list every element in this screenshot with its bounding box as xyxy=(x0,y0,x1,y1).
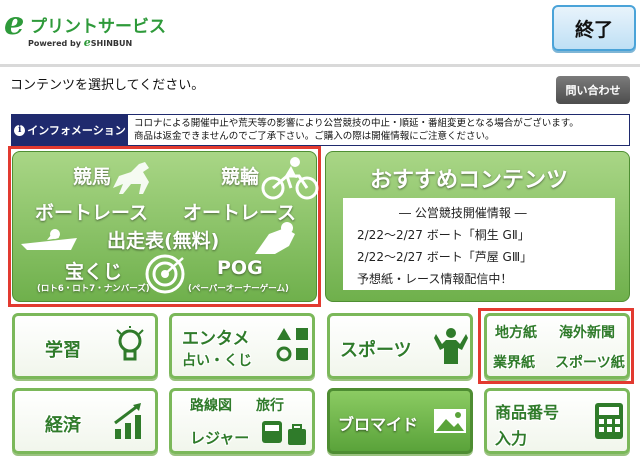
label-pog[interactable]: POG xyxy=(217,257,263,279)
newspaper-sports-label: スポーツ紙 xyxy=(555,355,625,371)
recommended-line-1: 2/22〜2/27 ボート「桐生 GⅡ」 xyxy=(357,228,530,242)
recommended-title: おすすめコンテンツ xyxy=(370,168,569,193)
newspaper-local-label: 地方紙 xyxy=(495,325,537,341)
newspaper-overseas-label: 海外新聞 xyxy=(559,325,615,341)
recommended-heading: ― 公営競技開催情報 ― xyxy=(399,206,527,220)
entertainment-label: エンタメ xyxy=(182,329,250,349)
study-label: 学習 xyxy=(45,340,81,361)
horse-rider-icon xyxy=(113,162,149,194)
information-text: コロナによる開催中止や荒天等の影響により公営競技の中止・順延・番組変更となる場合… xyxy=(134,118,579,142)
entertainment-tile[interactable]: エンタメ 占い・くじ xyxy=(169,313,315,379)
product-number-tile[interactable]: 商品番号 入力 xyxy=(484,388,630,454)
info-icon: i xyxy=(14,124,26,136)
economy-label: 経済 xyxy=(45,415,81,436)
header: e プリントサービス Powered by eSHINBUN 終了 xyxy=(0,0,640,62)
sports-tile[interactable]: スポーツ xyxy=(327,313,473,379)
photo-icon xyxy=(434,409,466,433)
recommended-info-box: ― 公営競技開催情報 ― 2/22〜2/27 ボート「桐生 GⅡ」 2/22〜2… xyxy=(343,198,615,290)
study-tile[interactable]: 学習 xyxy=(12,313,158,379)
newspapers-tile[interactable]: 地方紙 海外新聞 業界紙 スポーツ紙 xyxy=(484,313,630,379)
label-keiba[interactable]: 競馬 xyxy=(73,162,111,189)
bromide-tile[interactable]: ブロマイド xyxy=(327,388,473,454)
label-takarakuji-sub: (ロト6・ロト7・ナンバーズ) xyxy=(37,284,150,294)
logo-powered-by: Powered by eSHINBUN xyxy=(28,36,133,49)
bromide-label: ブロマイド xyxy=(338,415,419,434)
information-bar: i インフォメーション コロナによる開催中止や荒天等の影響により公営競技の中止・順… xyxy=(11,114,630,146)
route-map-label: 路線図 xyxy=(190,398,232,414)
fortune-lottery-label: 占い・くじ xyxy=(182,353,252,369)
public-sports-tile[interactable]: 競馬 競輪 ボートレース オートレース 出走表(無料) 宝くじ (ロト6・ロト7… xyxy=(12,151,319,302)
label-keirin[interactable]: 競輪 xyxy=(221,162,259,189)
product-input-label: 入力 xyxy=(495,429,528,448)
recommended-line-3: 予想紙・レース情報配信中！ xyxy=(357,272,513,286)
shapes-icon xyxy=(276,328,308,362)
label-takarakuji[interactable]: 宝くじ xyxy=(65,257,122,284)
economy-tile[interactable]: 経済 xyxy=(12,388,158,454)
calculator-icon xyxy=(595,403,623,439)
contact-button[interactable]: 問い合わせ xyxy=(556,76,630,104)
label-boat-race[interactable]: ボートレース xyxy=(35,198,148,225)
travel-label: 旅行 xyxy=(256,398,284,414)
leisure-label: レジャー xyxy=(190,429,250,447)
end-button[interactable]: 終了 xyxy=(552,5,636,51)
product-number-label: 商品番号 xyxy=(495,403,560,422)
motorcycle-racer-icon xyxy=(255,222,295,254)
logo-title: プリントサービス xyxy=(30,17,166,37)
recommended-line-2: 2/22〜2/27 ボート「芦屋 GⅢ」 xyxy=(357,250,533,264)
eprint-logo: e プリントサービス Powered by eSHINBUN xyxy=(4,4,166,54)
information-label: i インフォメーション xyxy=(12,115,128,145)
travel-leisure-tile[interactable]: 路線図 旅行 レジャー xyxy=(169,388,315,454)
newspaper-industry-label: 業界紙 xyxy=(493,355,535,371)
recommended-contents-tile[interactable]: おすすめコンテンツ ― 公営競技開催情報 ― 2/22〜2/27 ボート「桐生 … xyxy=(325,151,630,302)
instruction-text: コンテンツを選択してください。 xyxy=(10,78,205,93)
boat-icon xyxy=(21,229,77,250)
lightbulb-icon xyxy=(116,326,144,361)
train-luggage-icon xyxy=(262,421,306,445)
header-divider xyxy=(0,64,640,67)
sports-label: スポーツ xyxy=(340,340,412,361)
label-auto-race[interactable]: オートレース xyxy=(183,198,296,225)
label-shussohyo[interactable]: 出走表(無料) xyxy=(107,226,219,253)
cyclist-icon xyxy=(261,157,319,200)
growth-chart-icon xyxy=(114,403,141,439)
logo-e-mark: e xyxy=(4,4,25,42)
label-pog-sub: (ペーパーオーナーゲーム) xyxy=(188,284,289,294)
muscle-icon xyxy=(434,328,468,364)
